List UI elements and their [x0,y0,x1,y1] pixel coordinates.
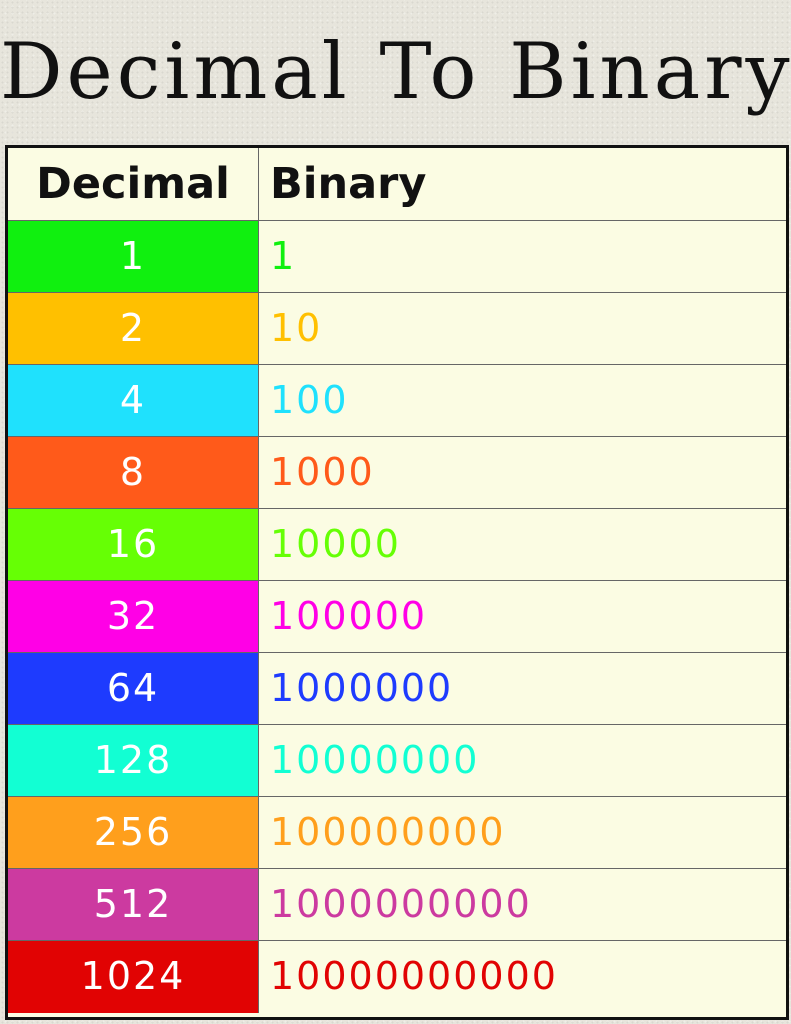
binary-cell: 1000000000 [270,882,532,926]
table-row: 256 100000000 [8,797,786,869]
decimal-cell: 256 [8,797,259,868]
decimal-cell: 512 [8,869,259,940]
conversion-table: Decimal Binary 1 1 2 10 4 100 8 1000 16 10000 32 10… [5,145,789,1020]
binary-cell: 1000 [270,450,375,494]
binary-cell: 100 [270,378,349,422]
decimal-cell: 4 [8,365,259,436]
decimal-cell: 1024 [8,941,259,1013]
decimal-cell: 32 [8,581,259,652]
table-row: 64 1000000 [8,653,786,725]
decimal-cell: 2 [8,293,259,364]
binary-cell: 1 [270,234,297,278]
binary-cell: 10000 [270,522,401,566]
binary-cell: 10 [270,306,323,350]
table-row: 16 10000 [8,509,786,581]
table-header-row: Decimal Binary [8,148,786,221]
decimal-cell: 64 [8,653,259,724]
decimal-cell: 16 [8,509,259,580]
binary-cell: 10000000 [270,738,480,782]
table-row: 128 10000000 [8,725,786,797]
decimal-cell: 8 [8,437,259,508]
table-row: 512 1000000000 [8,869,786,941]
binary-cell: 100000 [270,594,428,638]
binary-cell: 100000000 [270,810,506,854]
table-row: 11 [8,221,786,293]
binary-cell: 1000000 [270,666,454,710]
binary-column-header: Binary [270,159,427,209]
table-body: 1 1 2 10 4 100 8 1000 16 10000 32 100000 64 1000000 12… [8,221,786,1013]
decimal-cell: 1 [8,221,259,292]
table-row: 1024 10000000000 [8,941,786,1013]
decimal-column-header: Decimal [8,148,259,220]
table-row: 32 100000 [8,581,786,653]
table-row: 4 100 [8,365,786,437]
page-title: Decimal To Binary [0,27,791,117]
table-row: 2 10 [8,293,786,365]
binary-cell: 10000000000 [270,954,558,998]
table-row: 8 1000 [8,437,786,509]
decimal-cell: 128 [8,725,259,796]
